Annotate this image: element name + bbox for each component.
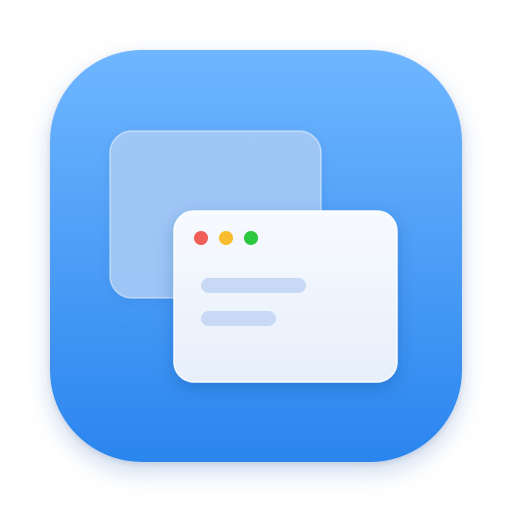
text-line-short bbox=[201, 311, 276, 326]
minimize-dot-icon bbox=[219, 231, 233, 245]
app-icon-artwork bbox=[50, 50, 462, 462]
text-line-long bbox=[201, 278, 306, 293]
close-dot-icon bbox=[194, 231, 208, 245]
zoom-dot-icon bbox=[244, 231, 258, 245]
window-manager-app-icon[interactable] bbox=[50, 50, 462, 462]
front-window-icon bbox=[173, 210, 398, 383]
icon-canvas bbox=[0, 0, 512, 512]
